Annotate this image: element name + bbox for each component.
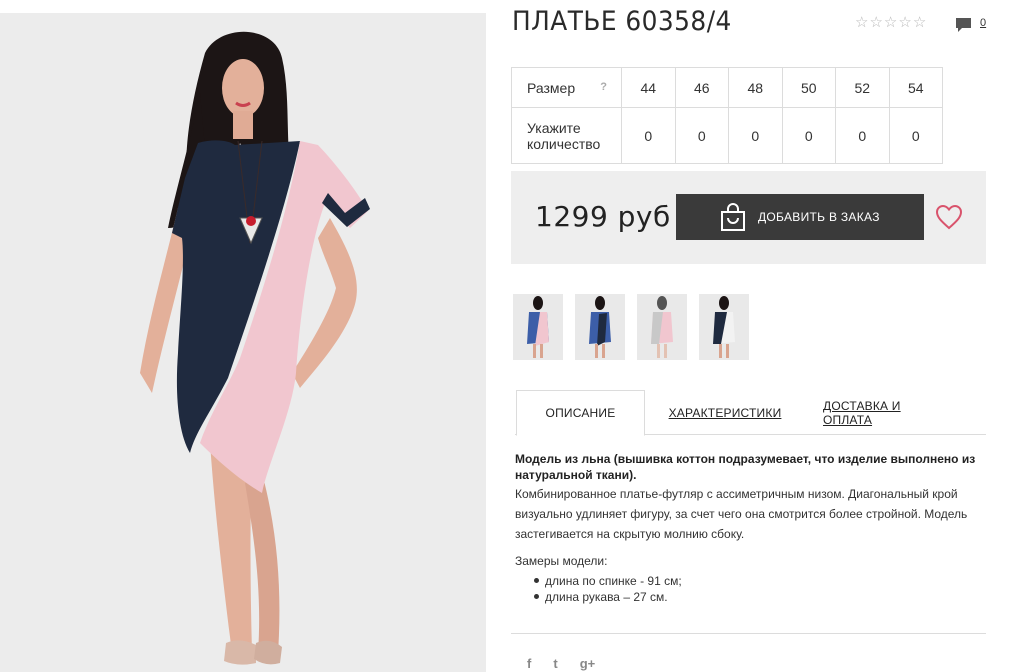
product-title: ПЛАТЬЕ 60358/4 bbox=[512, 6, 732, 37]
list-item: длина рукава – 27 см. bbox=[533, 589, 985, 605]
product-main-photo[interactable] bbox=[0, 13, 486, 672]
size-50: 50 bbox=[781, 67, 836, 108]
quantity-input-52[interactable]: 0 bbox=[835, 107, 890, 164]
add-to-order-button[interactable]: ДОБАВИТЬ В ЗАКАЗ bbox=[676, 194, 924, 240]
thumbnail-blue-pink[interactable] bbox=[513, 294, 563, 360]
comment-icon[interactable] bbox=[955, 17, 972, 33]
buy-box: 1299 руб ДОБАВИТЬ В ЗАКАЗ bbox=[511, 171, 986, 264]
measurements-list: длина по спинке - 91 см; длина рукава – … bbox=[533, 573, 985, 605]
star-outline-icon[interactable]: ☆ bbox=[898, 13, 911, 31]
twitter-icon[interactable]: t bbox=[553, 656, 557, 671]
quantity-input-50[interactable]: 0 bbox=[781, 107, 836, 164]
tab-characteristics[interactable]: ХАРАКТЕРИСТИКИ bbox=[665, 390, 785, 435]
list-item: длина по спинке - 91 см; bbox=[533, 573, 985, 589]
quantity-label-cell: Укажите количество bbox=[511, 107, 622, 164]
tab-delivery-payment[interactable]: ДОСТАВКА И ОПЛАТА bbox=[823, 390, 953, 435]
description-text: Комбинированное платье-футляр с ассиметр… bbox=[515, 487, 968, 541]
size-help-icon[interactable]: ? bbox=[600, 81, 607, 93]
google-plus-icon[interactable]: g+ bbox=[580, 656, 596, 671]
thumbnail-strip bbox=[513, 294, 749, 360]
description-bold: Модель из льна (вышивка коттон подразуме… bbox=[515, 452, 976, 482]
star-outline-icon[interactable]: ☆ bbox=[855, 13, 868, 31]
size-label: Размер bbox=[527, 79, 576, 96]
size-54: 54 bbox=[888, 67, 943, 108]
measurements-title: Замеры модели: bbox=[515, 554, 608, 568]
comments-count-link[interactable]: 0 bbox=[980, 17, 986, 29]
description-panel: Модель из льна (вышивка коттон подразуме… bbox=[515, 451, 985, 605]
shopping-bag-icon bbox=[721, 203, 745, 231]
size-row: Размер ? 44 46 48 50 52 54 bbox=[511, 67, 943, 108]
heart-icon[interactable] bbox=[935, 204, 963, 230]
size-44: 44 bbox=[621, 67, 676, 108]
size-table: Размер ? 44 46 48 50 52 54 Укажите колич… bbox=[511, 67, 943, 164]
social-share: f t g+ bbox=[527, 656, 595, 671]
thumbnail-blue-navy[interactable] bbox=[575, 294, 625, 360]
size-52: 52 bbox=[835, 67, 890, 108]
add-to-order-label: ДОБАВИТЬ В ЗАКАЗ bbox=[758, 210, 880, 224]
size-48: 48 bbox=[728, 67, 783, 108]
size-46: 46 bbox=[674, 67, 729, 108]
quantity-input-48[interactable]: 0 bbox=[728, 107, 783, 164]
tab-description[interactable]: ОПИСАНИЕ bbox=[516, 390, 645, 436]
price: 1299 руб bbox=[535, 200, 671, 233]
quantity-label: Укажите количество bbox=[527, 119, 601, 152]
divider bbox=[511, 633, 986, 634]
star-outline-icon[interactable]: ☆ bbox=[884, 13, 897, 31]
facebook-icon[interactable]: f bbox=[527, 656, 531, 671]
product-tabs: ОПИСАНИЕ ХАРАКТЕРИСТИКИ ДОСТАВКА И ОПЛАТ… bbox=[515, 390, 986, 436]
quantity-input-44[interactable]: 0 bbox=[621, 107, 676, 164]
quantity-row: Укажите количество 0 0 0 0 0 0 bbox=[511, 107, 943, 164]
size-label-cell: Размер ? bbox=[511, 67, 622, 108]
thumbnail-navy-white[interactable] bbox=[699, 294, 749, 360]
quantity-input-54[interactable]: 0 bbox=[888, 107, 943, 164]
thumbnail-pink-grey[interactable] bbox=[637, 294, 687, 360]
star-outline-icon[interactable]: ☆ bbox=[913, 13, 926, 31]
quantity-input-46[interactable]: 0 bbox=[674, 107, 729, 164]
rating-stars[interactable]: ☆ ☆ ☆ ☆ ☆ bbox=[855, 13, 926, 31]
star-outline-icon[interactable]: ☆ bbox=[869, 13, 882, 31]
